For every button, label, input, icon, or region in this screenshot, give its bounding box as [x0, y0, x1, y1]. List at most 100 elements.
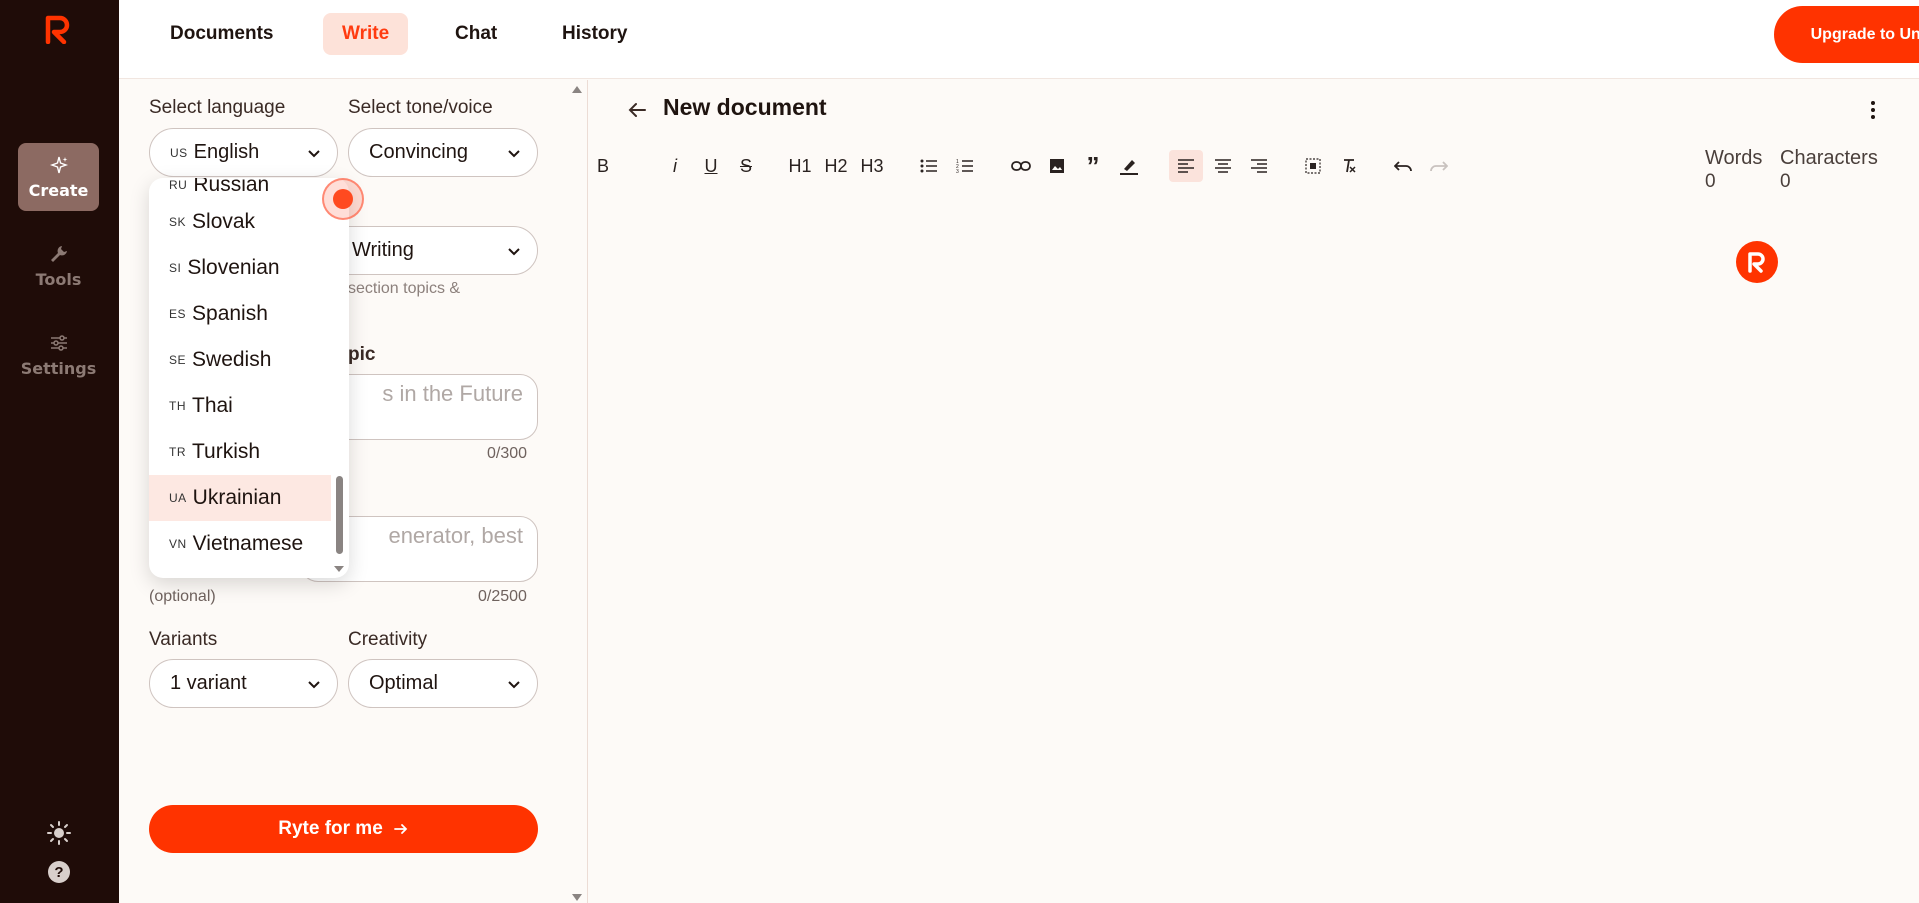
creativity-label: Creativity [348, 629, 428, 650]
rail-item-create[interactable]: Create [18, 143, 99, 211]
lang-name: Turkish [192, 440, 261, 463]
tab-history[interactable]: History [543, 13, 646, 55]
align-left-button[interactable] [1169, 150, 1203, 182]
lang-option-vietnamese[interactable]: VN Vietnamese [149, 521, 331, 567]
topic-label: pic [348, 344, 376, 365]
dropdown-scroll-down[interactable] [334, 566, 344, 572]
lang-name: Russian [193, 178, 270, 196]
lang-option-ukrainian[interactable]: UA Ukrainian [149, 475, 331, 521]
underline-button[interactable]: U [697, 150, 725, 182]
language-code: US [170, 145, 188, 160]
lang-option-swedish[interactable]: SE Swedish [149, 337, 331, 383]
lang-option-slovenian[interactable]: SI Slovenian [149, 245, 331, 291]
image-icon [1050, 159, 1064, 173]
lang-option-slovak[interactable]: SK Slovak [149, 199, 331, 245]
variants-select-value: 1 variant [170, 672, 247, 694]
highlight-button[interactable] [1115, 150, 1143, 182]
align-center-icon [1215, 159, 1231, 173]
keywords-counter: 0/2500 [478, 588, 527, 605]
sparkle-icon [49, 156, 68, 174]
chevron-down-icon [308, 681, 320, 689]
tone-label: Select tone/voice [348, 97, 493, 118]
h2-button[interactable]: H2 [822, 150, 850, 182]
h3-button[interactable]: H3 [858, 150, 886, 182]
language-select[interactable]: US English [149, 128, 338, 177]
lang-option-thai[interactable]: TH Thai [149, 383, 331, 429]
chevron-down-icon [508, 150, 520, 158]
rail-item-tools[interactable]: Tools [18, 232, 99, 300]
click-indicator [322, 178, 364, 220]
sun-icon[interactable] [46, 820, 72, 846]
lang-code: SK [169, 215, 187, 229]
align-right-icon [1251, 159, 1267, 173]
top-bar: Documents Write Chat History Upgrade to … [119, 0, 1919, 79]
tab-chat[interactable]: Chat [436, 13, 516, 55]
image-button[interactable] [1043, 150, 1071, 182]
align-center-button[interactable] [1209, 150, 1237, 182]
variants-select[interactable]: 1 variant [149, 659, 338, 708]
lang-code: SE [169, 353, 187, 367]
h1-button[interactable]: H1 [786, 150, 814, 182]
dropdown-scrollbar[interactable] [336, 476, 343, 554]
select-all-icon [1305, 158, 1321, 174]
usecase-select-value: Writing [352, 239, 414, 261]
clear-format-button[interactable] [1335, 150, 1363, 182]
arrow-right-icon [393, 824, 408, 834]
lang-code: TH [169, 399, 186, 413]
upgrade-button[interactable]: Upgrade to Unlimited [1774, 6, 1919, 63]
lang-name: Slovak [192, 210, 256, 233]
language-select-value: English [193, 141, 260, 163]
redo-icon [1430, 161, 1448, 172]
rytr-assistant-avatar[interactable] [1736, 241, 1778, 283]
lang-name: Spanish [192, 302, 268, 325]
rytr-logo[interactable] [44, 14, 72, 44]
quote-button[interactable]: ” [1079, 150, 1107, 182]
lang-code: UA [169, 491, 187, 505]
topic-placeholder: s in the Future [382, 381, 523, 406]
align-right-button[interactable] [1245, 150, 1273, 182]
lang-option-spanish[interactable]: ES Spanish [149, 291, 331, 337]
clear-format-icon [1344, 159, 1356, 173]
tab-documents[interactable]: Documents [151, 13, 292, 55]
svg-text:?: ? [54, 864, 63, 881]
rytr-logo-icon [1748, 252, 1765, 273]
lang-option-turkish[interactable]: TR Turkish [149, 429, 331, 475]
bullet-list-button[interactable] [915, 150, 943, 182]
keywords-placeholder: enerator, best [388, 523, 523, 548]
bold-button[interactable]: B [589, 150, 617, 182]
rail-item-label: Tools [35, 270, 82, 289]
creativity-select[interactable]: Optimal [348, 659, 538, 708]
redo-button[interactable] [1425, 150, 1453, 182]
lang-name: Slovenian [187, 256, 280, 279]
chevron-down-icon [508, 248, 520, 256]
left-rail: Create Tools Settings ? [0, 0, 119, 903]
align-left-icon [1178, 159, 1194, 173]
lang-code: SI [169, 261, 182, 275]
lang-name: Thai [192, 394, 233, 417]
link-button[interactable] [1007, 150, 1035, 182]
rail-item-settings[interactable]: Settings [18, 321, 99, 389]
undo-button[interactable] [1389, 150, 1417, 182]
highlighter-icon [1120, 160, 1138, 175]
document-title[interactable]: New document [663, 94, 827, 121]
more-options-icon[interactable] [1864, 98, 1882, 122]
usecase-hint: section topics & [348, 280, 461, 297]
panel-scroll-down[interactable] [572, 894, 582, 901]
select-all-button[interactable] [1299, 150, 1327, 182]
characters-label: Characters [1780, 147, 1878, 169]
panel-scroll-up[interactable] [572, 86, 582, 93]
lang-code: VN [169, 537, 187, 551]
tab-write[interactable]: Write [323, 13, 409, 55]
svg-text:3: 3 [956, 169, 959, 174]
lang-name: Ukrainian [192, 486, 282, 509]
tone-select[interactable]: Convincing [348, 128, 538, 177]
numbered-list-icon: 123 [956, 159, 973, 174]
help-icon[interactable]: ? [46, 859, 72, 885]
italic-button[interactable]: i [661, 150, 689, 182]
strikethrough-button[interactable]: S [732, 150, 760, 182]
editor-area: New document B i U S H1 H2 H3 123 ” Word… [589, 80, 1919, 903]
numbered-list-button[interactable]: 123 [951, 150, 979, 182]
ryte-for-me-button[interactable]: Ryte for me [149, 805, 538, 853]
back-arrow-icon[interactable] [625, 98, 649, 122]
quote-icon: ” [1086, 150, 1100, 181]
